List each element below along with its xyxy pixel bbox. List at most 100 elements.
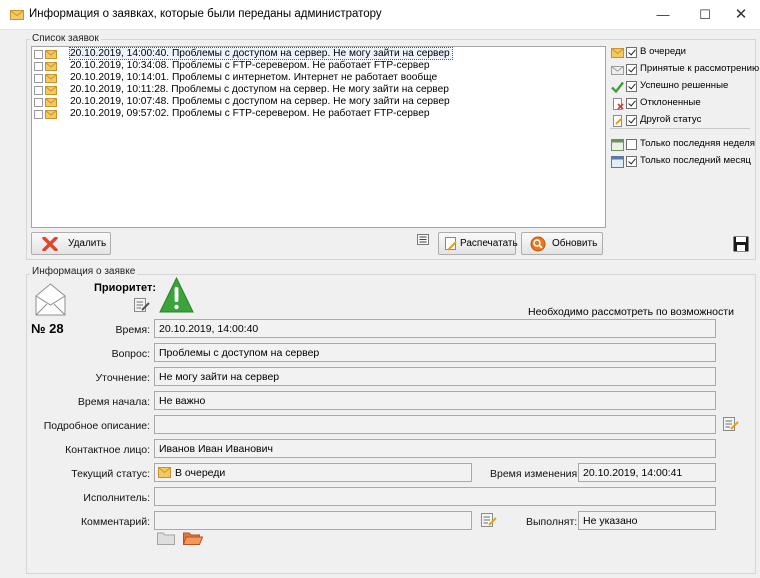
folder-open-icon[interactable] <box>183 531 203 545</box>
envelope-icon <box>10 10 24 20</box>
filter-other-checkbox[interactable] <box>626 115 637 126</box>
envelope-icon <box>45 74 57 83</box>
delete-button[interactable]: Удалить <box>31 232 111 255</box>
filter-divider <box>610 128 750 129</box>
status-value: В очереди <box>175 467 226 479</box>
envelope-icon <box>158 467 171 478</box>
performs-label: Выполнят: <box>526 516 578 528</box>
status-label: Текущий статус: <box>71 468 150 480</box>
clarification-field[interactable]: Не могу зайти на сервер <box>154 367 716 386</box>
start-time-field[interactable]: Не важно <box>154 391 716 410</box>
priority-label: Приоритет: <box>94 282 156 294</box>
filter-last-month-label: Только последний месяц <box>640 155 751 166</box>
rejected-doc-icon <box>613 98 624 110</box>
envelope-icon <box>611 48 624 58</box>
list-item-text: 20.10.2019, 10:34:08. Проблемы с FTP-сер… <box>70 60 430 71</box>
priority-note: Необходимо рассмотреть по возможности <box>528 306 734 318</box>
close-button[interactable]: ✕ <box>722 0 760 30</box>
description-label: Подробное описание: <box>43 420 150 432</box>
checkmark-icon <box>611 81 624 93</box>
other-doc-icon <box>613 115 622 127</box>
refresh-icon <box>530 236 546 252</box>
list-item-text: 20.10.2019, 09:57:02. Проблемы с FTP-сер… <box>70 108 430 119</box>
filter-queued[interactable]: В очереди <box>610 46 760 60</box>
filter-queued-checkbox[interactable] <box>626 47 637 58</box>
calendar-week-icon <box>611 139 624 151</box>
changed-time-field[interactable]: 20.10.2019, 14:00:41 <box>578 463 716 482</box>
filter-rejected-checkbox[interactable] <box>626 98 637 109</box>
start-time-label: Время начала: <box>77 396 150 408</box>
list-item-checkbox[interactable] <box>34 86 43 95</box>
executor-field[interactable] <box>154 487 716 506</box>
refresh-button-label: Обновить <box>552 238 598 249</box>
priority-warning-icon <box>159 277 194 313</box>
minimize-button[interactable]: — <box>644 0 682 30</box>
executor-label: Исполнитель: <box>83 492 150 504</box>
filter-other-label: Другой статус <box>640 114 702 125</box>
filter-rejected[interactable]: Отклоненные <box>610 97 760 111</box>
performs-field[interactable]: Не указано <box>578 511 716 530</box>
request-details-group-title: Информация о заявке <box>30 266 138 277</box>
request-list-group-title: Список заявок <box>30 33 101 44</box>
title-bar: Информация о заявках, которые были перед… <box>0 0 760 30</box>
filter-accepted[interactable]: Принятые к рассмотрению <box>610 63 760 77</box>
print-doc-icon <box>445 237 457 251</box>
description-field[interactable] <box>154 415 716 434</box>
list-item-text: 20.10.2019, 10:07:48. Проблемы с доступо… <box>70 96 450 107</box>
filter-accepted-checkbox[interactable] <box>626 64 637 75</box>
delete-button-label: Удалить <box>68 238 107 249</box>
time-label: Время: <box>115 324 150 336</box>
envelope-outline-icon <box>35 283 66 316</box>
filter-solved[interactable]: Успешно решенные <box>610 80 760 94</box>
contact-field[interactable]: Иванов Иван Иванович <box>154 439 716 458</box>
changed-time-label: Время изменения: <box>490 468 581 480</box>
edit-comment-icon[interactable] <box>481 513 497 527</box>
edit-priority-icon[interactable] <box>134 298 150 312</box>
filter-accepted-label: Принятые к рассмотрению <box>640 63 760 74</box>
save-icon[interactable] <box>733 236 749 252</box>
status-field[interactable]: В очереди <box>154 463 472 482</box>
question-field[interactable]: Проблемы с доступом на сервер <box>154 343 716 362</box>
list-item-text: 20.10.2019, 10:14:01. Проблемы с интерне… <box>70 72 438 83</box>
delete-x-icon <box>42 237 58 251</box>
comment-field[interactable] <box>154 511 472 530</box>
envelope-icon <box>45 50 57 59</box>
envelope-icon <box>45 110 57 119</box>
filter-last-week-checkbox[interactable] <box>626 139 637 150</box>
filter-last-month-checkbox[interactable] <box>626 156 637 167</box>
envelope-icon <box>45 62 57 71</box>
filter-other[interactable]: Другой статус <box>610 114 760 128</box>
question-label: Вопрос: <box>111 348 150 360</box>
list-item-checkbox[interactable] <box>34 50 43 59</box>
filter-last-week[interactable]: Только последняя неделя <box>610 138 760 152</box>
calendar-month-icon <box>611 156 624 168</box>
request-number: № 28 <box>31 321 64 336</box>
list-view-icon[interactable] <box>417 234 429 245</box>
print-button-label: Распечатать <box>460 238 518 249</box>
filter-solved-label: Успешно решенные <box>640 80 729 91</box>
window-title: Информация о заявках, которые были перед… <box>29 8 382 20</box>
list-item-checkbox[interactable] <box>34 74 43 83</box>
folder-icon[interactable] <box>157 531 175 545</box>
time-field[interactable]: 20.10.2019, 14:00:40 <box>154 319 716 338</box>
comment-label: Комментарий: <box>80 516 150 528</box>
clarification-label: Уточнение: <box>95 372 151 384</box>
contact-label: Контактное лицо: <box>65 444 150 456</box>
request-list[interactable]: 20.10.2019, 14:00:40. Проблемы с доступо… <box>31 46 606 228</box>
filter-last-week-label: Только последняя неделя <box>640 138 755 149</box>
list-item-checkbox[interactable] <box>34 98 43 107</box>
print-button[interactable]: Распечатать <box>438 232 518 255</box>
list-item-checkbox[interactable] <box>34 62 43 71</box>
filter-last-month[interactable]: Только последний месяц <box>610 155 760 169</box>
maximize-button[interactable]: ☐ <box>686 0 724 30</box>
list-item-text: 20.10.2019, 10:11:28. Проблемы с доступо… <box>70 84 449 95</box>
refresh-button[interactable]: Обновить <box>521 232 603 255</box>
list-item[interactable]: 20.10.2019, 09:57:02. Проблемы с FTP-сер… <box>32 108 604 121</box>
list-item-checkbox[interactable] <box>34 110 43 119</box>
edit-description-icon[interactable] <box>723 417 739 431</box>
list-item-text: 20.10.2019, 14:00:40. Проблемы с доступо… <box>69 47 453 60</box>
envelope-open-icon <box>611 66 624 75</box>
filter-rejected-label: Отклоненные <box>640 97 701 108</box>
filter-solved-checkbox[interactable] <box>626 81 637 92</box>
envelope-icon <box>45 98 57 107</box>
